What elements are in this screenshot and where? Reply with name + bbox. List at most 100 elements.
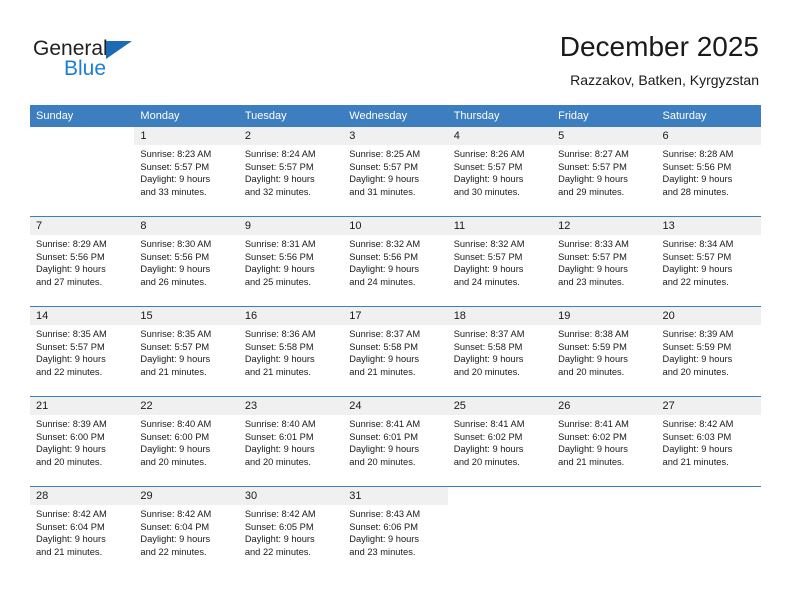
day-cell[interactable]: 20 Sunrise: 8:39 AM Sunset: 5:59 PM Dayl… bbox=[656, 306, 761, 396]
day-cell[interactable]: 1 Sunrise: 8:23 AM Sunset: 5:57 PM Dayli… bbox=[134, 126, 239, 216]
day-cell[interactable]: 6 Sunrise: 8:28 AM Sunset: 5:56 PM Dayli… bbox=[656, 126, 761, 216]
day-info: Sunrise: 8:34 AM Sunset: 5:57 PM Dayligh… bbox=[657, 235, 761, 288]
daylight-text-line2: and 21 minutes. bbox=[36, 546, 103, 557]
day-cell[interactable]: 24 Sunrise: 8:41 AM Sunset: 6:01 PM Dayl… bbox=[343, 396, 448, 486]
day-cell[interactable]: 16 Sunrise: 8:36 AM Sunset: 5:58 PM Dayl… bbox=[238, 306, 344, 396]
day-cell[interactable]: 7 Sunrise: 8:29 AM Sunset: 5:56 PM Dayli… bbox=[30, 216, 135, 306]
day-cell[interactable]: 18 Sunrise: 8:37 AM Sunset: 5:58 PM Dayl… bbox=[447, 306, 553, 396]
day-cell[interactable]: 29 Sunrise: 8:42 AM Sunset: 6:04 PM Dayl… bbox=[134, 486, 239, 576]
day-info: Sunrise: 8:39 AM Sunset: 5:59 PM Dayligh… bbox=[657, 325, 761, 378]
daylight-text-line1: Daylight: 9 hours bbox=[244, 354, 315, 365]
day-number: 23 bbox=[238, 397, 344, 415]
day-cell[interactable]: 21 Sunrise: 8:39 AM Sunset: 6:00 PM Dayl… bbox=[30, 396, 135, 486]
daylight-text-line1: Daylight: 9 hours bbox=[36, 354, 106, 365]
day-cell[interactable]: 28 Sunrise: 8:42 AM Sunset: 6:04 PM Dayl… bbox=[30, 486, 135, 576]
generalblue-logo: General Blue bbox=[33, 37, 233, 85]
day-cell[interactable]: 10 Sunrise: 8:32 AM Sunset: 5:56 PM Dayl… bbox=[343, 216, 448, 306]
day-number: 18 bbox=[447, 307, 553, 325]
day-cell-empty bbox=[30, 126, 135, 216]
day-info: Sunrise: 8:32 AM Sunset: 5:56 PM Dayligh… bbox=[343, 235, 447, 288]
sunrise-text: Sunrise: 8:30 AM bbox=[140, 239, 212, 249]
sunset-text: Sunset: 5:56 PM bbox=[36, 251, 105, 262]
day-cell[interactable]: 8 Sunrise: 8:30 AM Sunset: 5:56 PM Dayli… bbox=[134, 216, 239, 306]
day-cell[interactable]: 27 Sunrise: 8:42 AM Sunset: 6:03 PM Dayl… bbox=[656, 396, 761, 486]
logo-text-blue: Blue bbox=[64, 57, 107, 80]
sunset-text: Sunset: 6:00 PM bbox=[36, 431, 105, 442]
sunrise-text: Sunrise: 8:42 AM bbox=[140, 509, 212, 519]
day-info: Sunrise: 8:30 AM Sunset: 5:56 PM Dayligh… bbox=[134, 235, 238, 288]
day-cell[interactable]: 15 Sunrise: 8:35 AM Sunset: 5:57 PM Dayl… bbox=[134, 306, 239, 396]
calendar-week-row: 21 Sunrise: 8:39 AM Sunset: 6:00 PM Dayl… bbox=[30, 396, 761, 486]
daylight-text-line1: Daylight: 9 hours bbox=[662, 174, 733, 185]
sunrise-text: Sunrise: 8:43 AM bbox=[349, 509, 421, 519]
day-cell[interactable]: 26 Sunrise: 8:41 AM Sunset: 6:02 PM Dayl… bbox=[552, 396, 657, 486]
sunset-text: Sunset: 5:57 PM bbox=[558, 161, 627, 172]
sunrise-text: Sunrise: 8:39 AM bbox=[662, 329, 734, 339]
sunrise-text: Sunrise: 8:28 AM bbox=[662, 149, 734, 159]
day-info: Sunrise: 8:40 AM Sunset: 6:01 PM Dayligh… bbox=[239, 415, 343, 468]
sunset-text: Sunset: 6:00 PM bbox=[140, 431, 210, 442]
daylight-text-line2: and 20 minutes. bbox=[244, 456, 311, 467]
day-number: 24 bbox=[343, 397, 448, 415]
calendar-page: General Blue December 2025 Razzakov, Bat… bbox=[0, 0, 792, 612]
sunrise-text: Sunrise: 8:40 AM bbox=[244, 419, 316, 429]
calendar-week-row: 7 Sunrise: 8:29 AM Sunset: 5:56 PM Dayli… bbox=[30, 216, 761, 306]
day-number: 22 bbox=[134, 397, 239, 415]
daylight-text-line1: Daylight: 9 hours bbox=[36, 444, 106, 455]
day-info: Sunrise: 8:23 AM Sunset: 5:57 PM Dayligh… bbox=[134, 145, 238, 198]
day-number: 5 bbox=[552, 127, 657, 145]
day-cell[interactable]: 14 Sunrise: 8:35 AM Sunset: 5:57 PM Dayl… bbox=[30, 306, 135, 396]
day-number: 19 bbox=[552, 307, 657, 325]
day-cell[interactable]: 5 Sunrise: 8:27 AM Sunset: 5:57 PM Dayli… bbox=[552, 126, 657, 216]
day-cell[interactable]: 4 Sunrise: 8:26 AM Sunset: 5:57 PM Dayli… bbox=[447, 126, 553, 216]
day-cell-empty bbox=[447, 486, 553, 576]
daylight-text-line2: and 23 minutes. bbox=[349, 546, 416, 557]
sunset-text: Sunset: 5:57 PM bbox=[662, 251, 732, 262]
day-cell[interactable]: 30 Sunrise: 8:42 AM Sunset: 6:05 PM Dayl… bbox=[238, 486, 344, 576]
sunrise-text: Sunrise: 8:29 AM bbox=[36, 239, 107, 249]
daylight-text-line2: and 21 minutes. bbox=[349, 366, 416, 377]
day-info: Sunrise: 8:29 AM Sunset: 5:56 PM Dayligh… bbox=[30, 235, 134, 288]
daylight-text-line1: Daylight: 9 hours bbox=[349, 354, 420, 365]
sunset-text: Sunset: 5:56 PM bbox=[662, 161, 732, 172]
day-cell[interactable]: 11 Sunrise: 8:32 AM Sunset: 5:57 PM Dayl… bbox=[447, 216, 553, 306]
sunrise-text: Sunrise: 8:37 AM bbox=[453, 329, 525, 339]
daylight-text-line2: and 20 minutes. bbox=[453, 366, 520, 377]
daylight-text-line2: and 22 minutes. bbox=[662, 276, 729, 287]
sunset-text: Sunset: 5:57 PM bbox=[140, 161, 210, 172]
sunrise-text: Sunrise: 8:35 AM bbox=[36, 329, 107, 339]
sunset-text: Sunset: 5:56 PM bbox=[349, 251, 418, 262]
daylight-text-line2: and 23 minutes. bbox=[558, 276, 625, 287]
day-cell[interactable]: 3 Sunrise: 8:25 AM Sunset: 5:57 PM Dayli… bbox=[343, 126, 448, 216]
day-number: 17 bbox=[343, 307, 448, 325]
daylight-text-line2: and 27 minutes. bbox=[36, 276, 103, 287]
sunrise-text: Sunrise: 8:36 AM bbox=[244, 329, 316, 339]
sunset-text: Sunset: 5:57 PM bbox=[244, 161, 314, 172]
daylight-text-line1: Daylight: 9 hours bbox=[662, 264, 733, 275]
daylight-text-line2: and 25 minutes. bbox=[244, 276, 311, 287]
day-info: Sunrise: 8:42 AM Sunset: 6:03 PM Dayligh… bbox=[657, 415, 761, 468]
day-cell[interactable]: 17 Sunrise: 8:37 AM Sunset: 5:58 PM Dayl… bbox=[343, 306, 448, 396]
day-cell[interactable]: 19 Sunrise: 8:38 AM Sunset: 5:59 PM Dayl… bbox=[552, 306, 657, 396]
sunset-text: Sunset: 6:01 PM bbox=[349, 431, 418, 442]
day-info: Sunrise: 8:26 AM Sunset: 5:57 PM Dayligh… bbox=[448, 145, 552, 198]
day-number bbox=[552, 487, 656, 505]
day-cell[interactable]: 13 Sunrise: 8:34 AM Sunset: 5:57 PM Dayl… bbox=[656, 216, 761, 306]
day-cell[interactable]: 22 Sunrise: 8:40 AM Sunset: 6:00 PM Dayl… bbox=[134, 396, 239, 486]
day-cell[interactable]: 23 Sunrise: 8:40 AM Sunset: 6:01 PM Dayl… bbox=[238, 396, 344, 486]
day-info: Sunrise: 8:41 AM Sunset: 6:02 PM Dayligh… bbox=[448, 415, 552, 468]
daylight-text-line1: Daylight: 9 hours bbox=[558, 174, 628, 185]
day-cell[interactable]: 25 Sunrise: 8:41 AM Sunset: 6:02 PM Dayl… bbox=[447, 396, 553, 486]
day-cell[interactable]: 31 Sunrise: 8:43 AM Sunset: 6:06 PM Dayl… bbox=[343, 486, 448, 576]
sunrise-text: Sunrise: 8:42 AM bbox=[36, 509, 107, 519]
sunrise-text: Sunrise: 8:35 AM bbox=[140, 329, 212, 339]
day-cell[interactable]: 12 Sunrise: 8:33 AM Sunset: 5:57 PM Dayl… bbox=[552, 216, 657, 306]
daylight-text-line1: Daylight: 9 hours bbox=[140, 174, 211, 185]
day-number: 4 bbox=[447, 127, 553, 145]
sunset-text: Sunset: 5:57 PM bbox=[140, 341, 210, 352]
daylight-text-line2: and 20 minutes. bbox=[36, 456, 103, 467]
day-cell[interactable]: 2 Sunrise: 8:24 AM Sunset: 5:57 PM Dayli… bbox=[238, 126, 344, 216]
logo-triangle-icon bbox=[106, 41, 132, 59]
day-cell-empty bbox=[552, 486, 657, 576]
day-cell[interactable]: 9 Sunrise: 8:31 AM Sunset: 5:56 PM Dayli… bbox=[238, 216, 344, 306]
